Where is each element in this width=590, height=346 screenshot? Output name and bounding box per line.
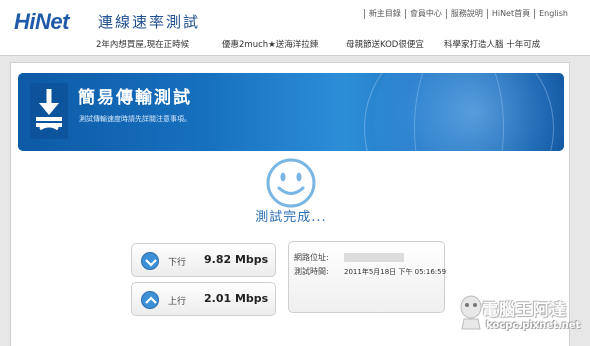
ip-value-redacted (344, 253, 404, 262)
watermark: 電腦王阿達 kocpc.pixnet.net (458, 293, 588, 343)
top-link-member[interactable]: 會員中心 (404, 9, 446, 19)
promo-link-2[interactable]: 優惠2much★送海洋拉鍊 (222, 40, 318, 51)
upload-arrow-icon (141, 291, 159, 309)
top-link-help[interactable]: 服務說明 (445, 9, 487, 19)
promo-link-3[interactable]: 母親節送KOD很便宜 (346, 40, 424, 51)
watermark-title: 電腦王阿達 (482, 300, 568, 319)
test-status: 測試完成... (255, 210, 327, 225)
promo-link-1[interactable]: 2年內想買屋,現在正時候 (96, 40, 189, 51)
top-link-english[interactable]: English (534, 9, 572, 19)
watermark-url: kocpc.pixnet.net (486, 320, 581, 331)
top-links: 新主目錄 會員中心 服務說明 HiNet首頁 English (363, 9, 572, 19)
download-arrow-icon (141, 252, 159, 270)
site-header: HiNet 連線速率測試 新主目錄 會員中心 服務說明 HiNet首頁 Engl… (0, 0, 590, 56)
time-value: 2011年5月18日 下午 05:16:59 (344, 268, 447, 276)
banner-subtitle: 測試傳輸速度時請先詳閱注意事項。 (79, 115, 191, 123)
site-title: 連線速率測試 (98, 13, 201, 31)
banner-title: 簡易傳輸測試 (78, 88, 192, 108)
logo-hi: Hi (14, 9, 36, 34)
download-speed-box: 下行 9.82 Mbps (131, 243, 276, 277)
time-row: 測試時間: 2011年5月18日 下午 05:16:59 (294, 266, 446, 277)
hinet-logo[interactable]: HiNet (14, 10, 69, 34)
download-label: 下行 (168, 258, 187, 268)
upload-speed-box: 上行 2.01 Mbps (131, 282, 276, 316)
test-info-box: 網路位址: 測試時間: 2011年5月18日 下午 05:16:59 (288, 241, 446, 313)
watermark-mascot-icon (460, 295, 482, 330)
logo-net: Net (35, 9, 69, 34)
test-banner: 簡易傳輸測試 測試傳輸速度時請先詳閱注意事項。 (18, 73, 564, 151)
ip-label: 網路位址: (294, 253, 329, 262)
smiley-icon (266, 158, 316, 208)
download-value: 9.82 Mbps (204, 253, 269, 266)
top-link-home[interactable]: 新主目錄 (363, 9, 405, 19)
promo-link-4[interactable]: 科學家打造人腦 十年可成 (444, 40, 540, 51)
ip-row: 網路位址: (294, 252, 404, 263)
upload-label: 上行 (168, 297, 187, 307)
transfer-icon (30, 83, 68, 139)
globe-grid-meridian (414, 73, 504, 151)
upload-value: 2.01 Mbps (204, 292, 269, 305)
time-label: 測試時間: (294, 267, 329, 276)
top-link-hinet[interactable]: HiNet首頁 (486, 9, 534, 19)
